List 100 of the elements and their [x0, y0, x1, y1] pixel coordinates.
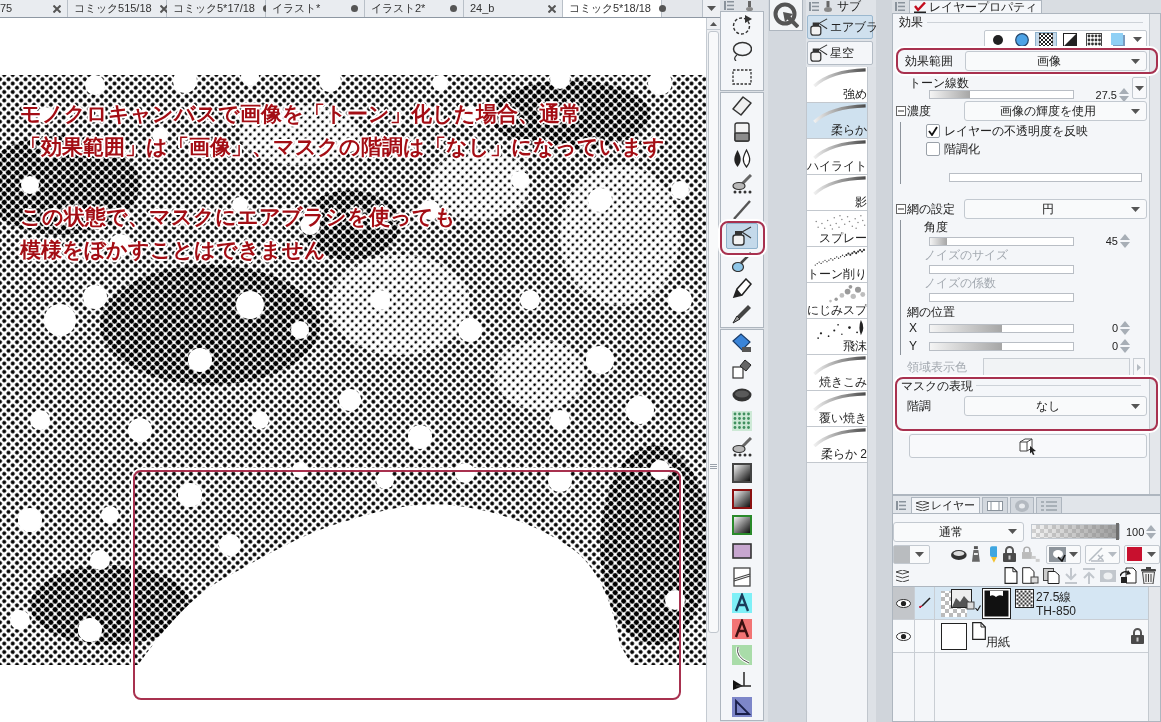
color-dropdown[interactable] [893, 544, 930, 564]
tool-button[interactable] [726, 223, 758, 249]
brush-list-item[interactable]: 影 [807, 175, 867, 211]
close-icon[interactable] [548, 4, 556, 13]
list-icon [1041, 500, 1057, 511]
paint-bucket-icon [732, 359, 752, 379]
slider-track[interactable] [929, 90, 1074, 99]
dropdown-arrow-icon [1008, 529, 1017, 534]
dropdown[interactable]: なし [964, 396, 1147, 416]
panel-tab[interactable]: レイヤー [911, 497, 980, 513]
brush-stroke-icon [812, 356, 867, 375]
new-page-icon [1004, 567, 1018, 584]
brush-list-item[interactable]: ハイライト [807, 139, 867, 175]
highlight-frame [720, 221, 765, 255]
document-tab[interactable]: イラスト2* [365, 0, 464, 17]
minus-box-icon[interactable] [896, 204, 906, 214]
document-tab[interactable]: 75 [0, 0, 68, 17]
field-label: ノイズの係数 [924, 276, 996, 290]
dropdown-arrow-icon [1133, 37, 1142, 42]
layer-row[interactable]: 用紙 [893, 620, 1148, 653]
eye-icon[interactable] [896, 631, 911, 641]
mask-dropdown[interactable] [1046, 544, 1081, 564]
close-icon[interactable] [53, 4, 61, 13]
checkbox[interactable] [926, 124, 940, 138]
panel-tab[interactable] [982, 497, 1008, 513]
brush-list-item[interactable]: にじみスプ [807, 283, 867, 319]
checkbox[interactable] [926, 142, 940, 156]
brush-list-item[interactable]: スプレー [807, 211, 867, 247]
slider-track[interactable] [929, 341, 1074, 351]
square-icon [1111, 32, 1125, 47]
airbrush-icon [732, 226, 752, 246]
slider-thumb[interactable] [1116, 523, 1119, 540]
dropdown-arrow-icon [1131, 108, 1140, 114]
dotted-stroke-icon [812, 248, 867, 267]
effect-button[interactable] [1035, 31, 1057, 48]
dot-icon [993, 34, 1003, 45]
scrollbar-thumb[interactable] [708, 31, 719, 633]
water-drops-icon [732, 148, 752, 168]
slider-track[interactable] [929, 323, 1074, 333]
color-dropdown[interactable] [1124, 544, 1160, 564]
pen-check-icon [914, 1, 926, 13]
effect-button[interactable] [1083, 31, 1105, 48]
document-tab[interactable]: コミック515/18 [68, 0, 167, 17]
marker-icon [989, 545, 998, 563]
slider-track[interactable] [949, 173, 1142, 182]
field-label: マスクの表現 [901, 378, 973, 393]
subtool-tab[interactable]: 星空 [807, 41, 873, 65]
panel-tab[interactable]: レイヤープロパティ [909, 0, 1042, 13]
ruler-icon [732, 671, 752, 691]
document-tab[interactable]: コミック5*17/18 [167, 0, 266, 17]
brush-list-item[interactable]: 覆い焼き [807, 391, 867, 427]
eye-icon[interactable] [896, 598, 911, 608]
dropdown-arrow-icon [1131, 58, 1140, 64]
menu-button[interactable] [1132, 77, 1147, 99]
minus-box-icon[interactable] [896, 106, 906, 116]
text-tool-icon [732, 619, 752, 639]
dropdown[interactable]: 画像 [965, 51, 1147, 71]
field-label: X [909, 321, 917, 335]
brush-list-item[interactable]: 焼きこみ [807, 355, 867, 391]
brush-stroke-icon [812, 104, 867, 123]
eraser-icon [732, 122, 752, 142]
close-icon[interactable] [159, 4, 168, 13]
brush-list-item[interactable]: 柔らか 2 [807, 427, 867, 463]
opacity-slider[interactable] [1031, 524, 1120, 539]
tab-list-button[interactable] [702, 0, 720, 17]
document-tab[interactable]: イラスト* [266, 0, 365, 17]
field-label: 階調 [907, 399, 931, 413]
gradient-square-icon [732, 489, 752, 509]
navigator-button[interactable] [769, 0, 803, 31]
dropdown-arrow-icon [1147, 551, 1156, 557]
brush-icon [732, 437, 752, 457]
field-label: 網の設定 [907, 202, 955, 216]
checkmark-icon [928, 126, 938, 136]
airbrush-icon [810, 44, 828, 62]
brush-list-item[interactable]: 飛沫 [807, 319, 867, 355]
checkerboard-icon [1015, 589, 1034, 608]
layers-icon [896, 569, 909, 582]
layer-row[interactable]: 27.5線 TH-850 [893, 587, 1148, 620]
arrow-up-icon [1082, 567, 1096, 584]
slider-track[interactable] [929, 292, 1074, 302]
page-count: 17/18 [227, 2, 255, 15]
slider-track[interactable] [929, 236, 1074, 246]
field-label: 効果 [899, 15, 923, 29]
document-tab[interactable]: 24_b [464, 0, 563, 17]
dropdown[interactable]: 画像の輝度を使用 [964, 101, 1147, 121]
lighthouse-icon [970, 546, 981, 562]
checkbox-label: 階調化 [944, 142, 980, 156]
slider-track[interactable] [929, 264, 1074, 274]
check-icon [975, 605, 981, 611]
brush-list-item[interactable]: 柔らか [807, 103, 867, 139]
gradient-square-icon [732, 463, 752, 483]
brush-stroke-icon [812, 428, 867, 447]
trash-icon[interactable] [1141, 567, 1156, 584]
dropdown[interactable]: 通常 [893, 521, 1024, 542]
brush-list-item[interactable]: トーン削り [807, 247, 867, 283]
brush-list-item[interactable]: 強め [807, 67, 867, 103]
dropdown[interactable]: 円 [964, 199, 1147, 219]
mask-icon [1100, 569, 1116, 582]
page-count: 18/18 [623, 2, 651, 15]
grip-icon [710, 464, 717, 469]
